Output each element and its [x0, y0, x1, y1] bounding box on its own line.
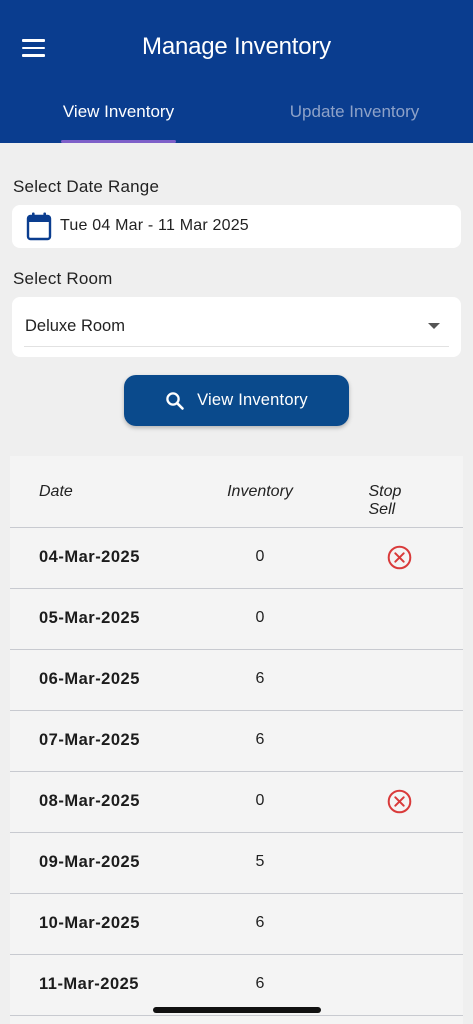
table-row[interactable]: 05-Mar-2025 0 — [10, 589, 463, 650]
room-label: Select Room — [13, 269, 113, 288]
row-date: 10-Mar-2025 — [39, 914, 140, 932]
room-select[interactable]: Deluxe Room — [12, 297, 461, 357]
row-date: 05-Mar-2025 — [39, 609, 140, 627]
row-date: 07-Mar-2025 — [39, 731, 140, 749]
table-row[interactable]: 07-Mar-2025 6 — [10, 711, 463, 772]
date-range-value: Tue 04 Mar - 11 Mar 2025 — [60, 217, 249, 234]
view-inventory-button-label: View Inventory — [197, 391, 308, 409]
tab-update-inventory[interactable]: Update Inventory — [276, 102, 433, 143]
table-row[interactable]: 10-Mar-2025 6 — [10, 894, 463, 955]
home-indicator — [153, 1007, 321, 1013]
row-date: 08-Mar-2025 — [39, 792, 140, 810]
row-date: 06-Mar-2025 — [39, 670, 140, 688]
row-inventory: 6 — [255, 670, 265, 687]
date-range-field[interactable]: Tue 04 Mar - 11 Mar 2025 — [12, 205, 461, 248]
view-inventory-button[interactable]: View Inventory — [124, 375, 349, 426]
dropdown-caret-icon[interactable] — [428, 323, 440, 329]
row-inventory: 6 — [255, 975, 265, 992]
row-inventory: 0 — [255, 548, 265, 565]
row-date: 04-Mar-2025 — [39, 548, 140, 566]
row-inventory: 5 — [255, 853, 265, 870]
room-select-underline — [24, 346, 449, 347]
table-row[interactable]: 06-Mar-2025 6 — [10, 650, 463, 711]
inventory-table: Date Inventory Stop Sell 04-Mar-2025 0 05-… — [10, 456, 463, 1024]
room-select-value: Deluxe Room — [25, 317, 125, 335]
app-bar: Manage Inventory View Inventory Update I… — [0, 0, 473, 143]
column-header-inventory: Inventory — [227, 483, 293, 500]
row-date: 09-Mar-2025 — [39, 853, 140, 871]
date-range-label: Select Date Range — [13, 177, 160, 196]
close-circle-icon[interactable] — [387, 545, 412, 570]
close-circle-icon[interactable] — [387, 789, 412, 814]
search-icon — [166, 391, 184, 410]
calendar-icon — [26, 212, 52, 241]
table-row[interactable]: 09-Mar-2025 5 — [10, 833, 463, 894]
table-header: Date Inventory Stop Sell — [10, 456, 463, 528]
column-header-date: Date — [39, 483, 73, 500]
table-row[interactable]: 04-Mar-2025 0 — [10, 528, 463, 589]
row-inventory: 6 — [255, 914, 265, 931]
column-header-stop-sell: Stop Sell — [368, 483, 402, 518]
row-inventory: 0 — [255, 792, 265, 809]
page-title: Manage Inventory — [142, 33, 331, 60]
row-inventory: 0 — [255, 609, 265, 626]
tab-view-inventory[interactable]: View Inventory — [40, 102, 197, 143]
row-inventory: 6 — [255, 731, 265, 748]
table-row[interactable]: 08-Mar-2025 0 — [10, 772, 463, 833]
active-tab-indicator — [61, 140, 176, 143]
row-date: 11-Mar-2025 — [39, 975, 139, 993]
